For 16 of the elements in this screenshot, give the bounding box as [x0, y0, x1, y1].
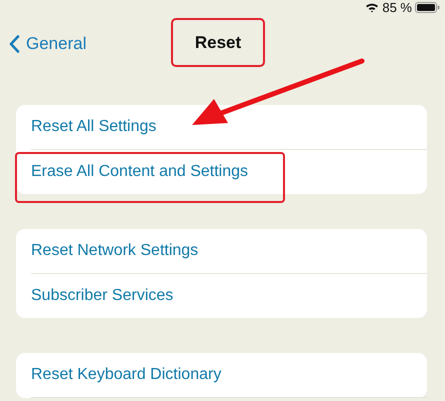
back-button[interactable]: General: [9, 34, 86, 54]
settings-row[interactable]: Subscriber Services: [16, 274, 427, 318]
battery-percentage: 85 %: [382, 0, 412, 15]
settings-row[interactable]: Reset All Settings: [16, 105, 427, 149]
battery-icon: [415, 2, 440, 13]
settings-row[interactable]: Reset Network Settings: [16, 229, 427, 273]
settings-row[interactable]: Erase All Content and Settings: [16, 150, 427, 194]
settings-row[interactable]: Reset Keyboard Dictionary: [16, 353, 427, 397]
row-label: Reset All Settings: [31, 118, 156, 136]
chevron-left-icon: [9, 35, 20, 53]
wifi-icon: [365, 2, 380, 13]
row-label: Erase All Content and Settings: [31, 163, 248, 181]
row-label: Reset Keyboard Dictionary: [31, 366, 222, 384]
page-title: Reset: [171, 18, 265, 67]
row-label: Subscriber Services: [31, 287, 174, 305]
row-label: Reset Network Settings: [31, 242, 198, 260]
